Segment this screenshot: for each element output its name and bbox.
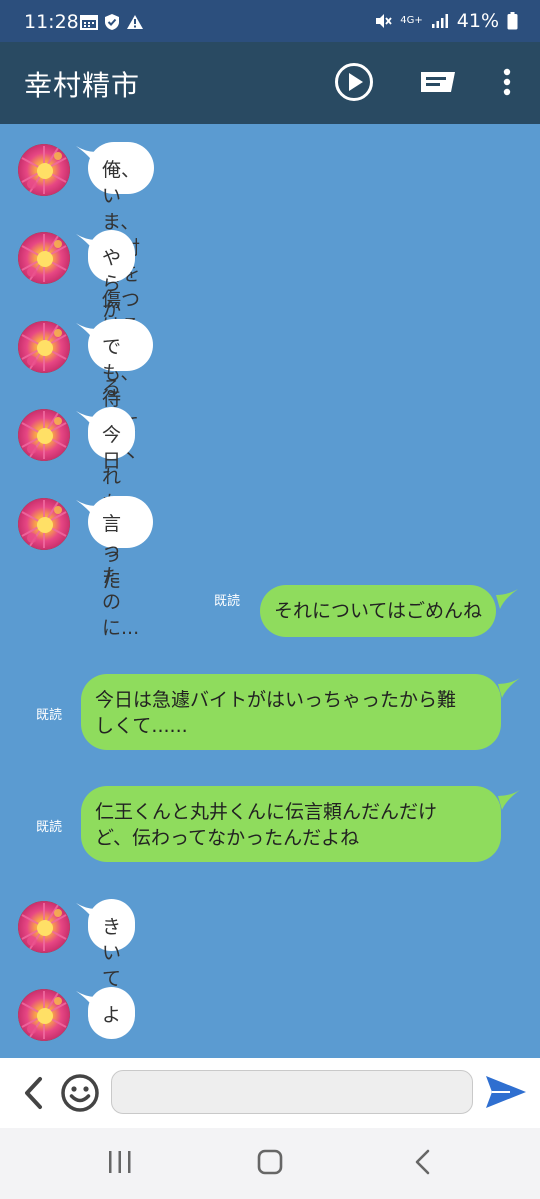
recent-apps-icon bbox=[109, 1151, 131, 1173]
shield-check-icon bbox=[105, 14, 119, 30]
avatar[interactable] bbox=[18, 232, 70, 284]
network-type: 4G+ bbox=[400, 15, 423, 26]
battery-icon bbox=[507, 12, 518, 30]
message-input-bar bbox=[0, 1058, 540, 1128]
warning-icon bbox=[127, 15, 143, 29]
collapse-button[interactable] bbox=[22, 1076, 44, 1114]
message-view-button[interactable] bbox=[416, 62, 460, 102]
avatar[interactable] bbox=[18, 989, 70, 1041]
avatar[interactable] bbox=[18, 901, 70, 953]
message-bubble[interactable]: 言ったのに... bbox=[88, 496, 154, 639]
page-title: 幸村精市 bbox=[24, 69, 141, 102]
chevron-left-icon bbox=[25, 1077, 42, 1109]
status-bar: 11:28 4G+ 41% bbox=[0, 0, 540, 42]
back-icon bbox=[415, 1149, 430, 1175]
message-bubble-outgoing[interactable]: それについてはごめんね bbox=[260, 585, 497, 637]
signal-icon bbox=[431, 14, 448, 28]
calendar-icon bbox=[80, 15, 98, 30]
message-icon bbox=[421, 72, 455, 92]
message-bubble[interactable]: でも、待っててくれなかった bbox=[88, 319, 154, 592]
read-receipt: 既読 bbox=[36, 820, 63, 835]
send-button[interactable] bbox=[484, 1074, 528, 1114]
chat-header: 幸村精市 bbox=[0, 42, 540, 124]
home-icon bbox=[257, 1149, 283, 1175]
play-icon bbox=[335, 63, 373, 101]
chat-area[interactable]: 俺、いま、絶対君を傷つける やらかしてる でも、待っててくれなかった 今日 言っ… bbox=[0, 124, 540, 1058]
more-menu-button[interactable] bbox=[496, 62, 518, 102]
smiley-icon bbox=[61, 1074, 99, 1112]
message-input[interactable] bbox=[111, 1070, 473, 1114]
message-bubble[interactable]: やらかしてる bbox=[88, 230, 136, 399]
battery-percent: 41% bbox=[456, 10, 499, 32]
more-vertical-icon bbox=[503, 68, 511, 96]
message-bubble[interactable]: 今日 bbox=[88, 407, 136, 472]
home-button[interactable] bbox=[256, 1148, 284, 1180]
emoji-button[interactable] bbox=[60, 1073, 100, 1117]
message-bubble-outgoing[interactable]: 仁王くんと丸井くんに伝言頼んだんだけ ど、伝わってなかったんだよね bbox=[81, 786, 501, 862]
send-icon bbox=[486, 1076, 526, 1108]
system-nav-bar bbox=[0, 1128, 540, 1199]
bubble-tail bbox=[498, 790, 520, 810]
mute-icon bbox=[376, 14, 392, 28]
bubble-tail bbox=[496, 589, 518, 609]
message-bubble[interactable]: きいてない bbox=[88, 899, 136, 1042]
message-bubble-outgoing[interactable]: 今日は急遽バイトがはいっちゃったから難 しくて...... bbox=[81, 674, 501, 750]
message-bubble[interactable]: よ bbox=[88, 987, 136, 1039]
read-receipt: 既読 bbox=[214, 594, 241, 609]
bubble-tail bbox=[498, 678, 520, 698]
read-receipt: 既読 bbox=[36, 708, 63, 723]
status-time: 11:28 bbox=[24, 11, 79, 33]
play-button[interactable] bbox=[333, 62, 375, 102]
back-button[interactable] bbox=[412, 1148, 434, 1180]
avatar[interactable] bbox=[18, 144, 70, 196]
avatar[interactable] bbox=[18, 409, 70, 461]
message-bubble[interactable]: 俺、いま、絶対君を傷つける bbox=[88, 142, 155, 337]
recent-apps-button[interactable] bbox=[107, 1148, 133, 1180]
avatar[interactable] bbox=[18, 498, 70, 550]
avatar[interactable] bbox=[18, 321, 70, 373]
